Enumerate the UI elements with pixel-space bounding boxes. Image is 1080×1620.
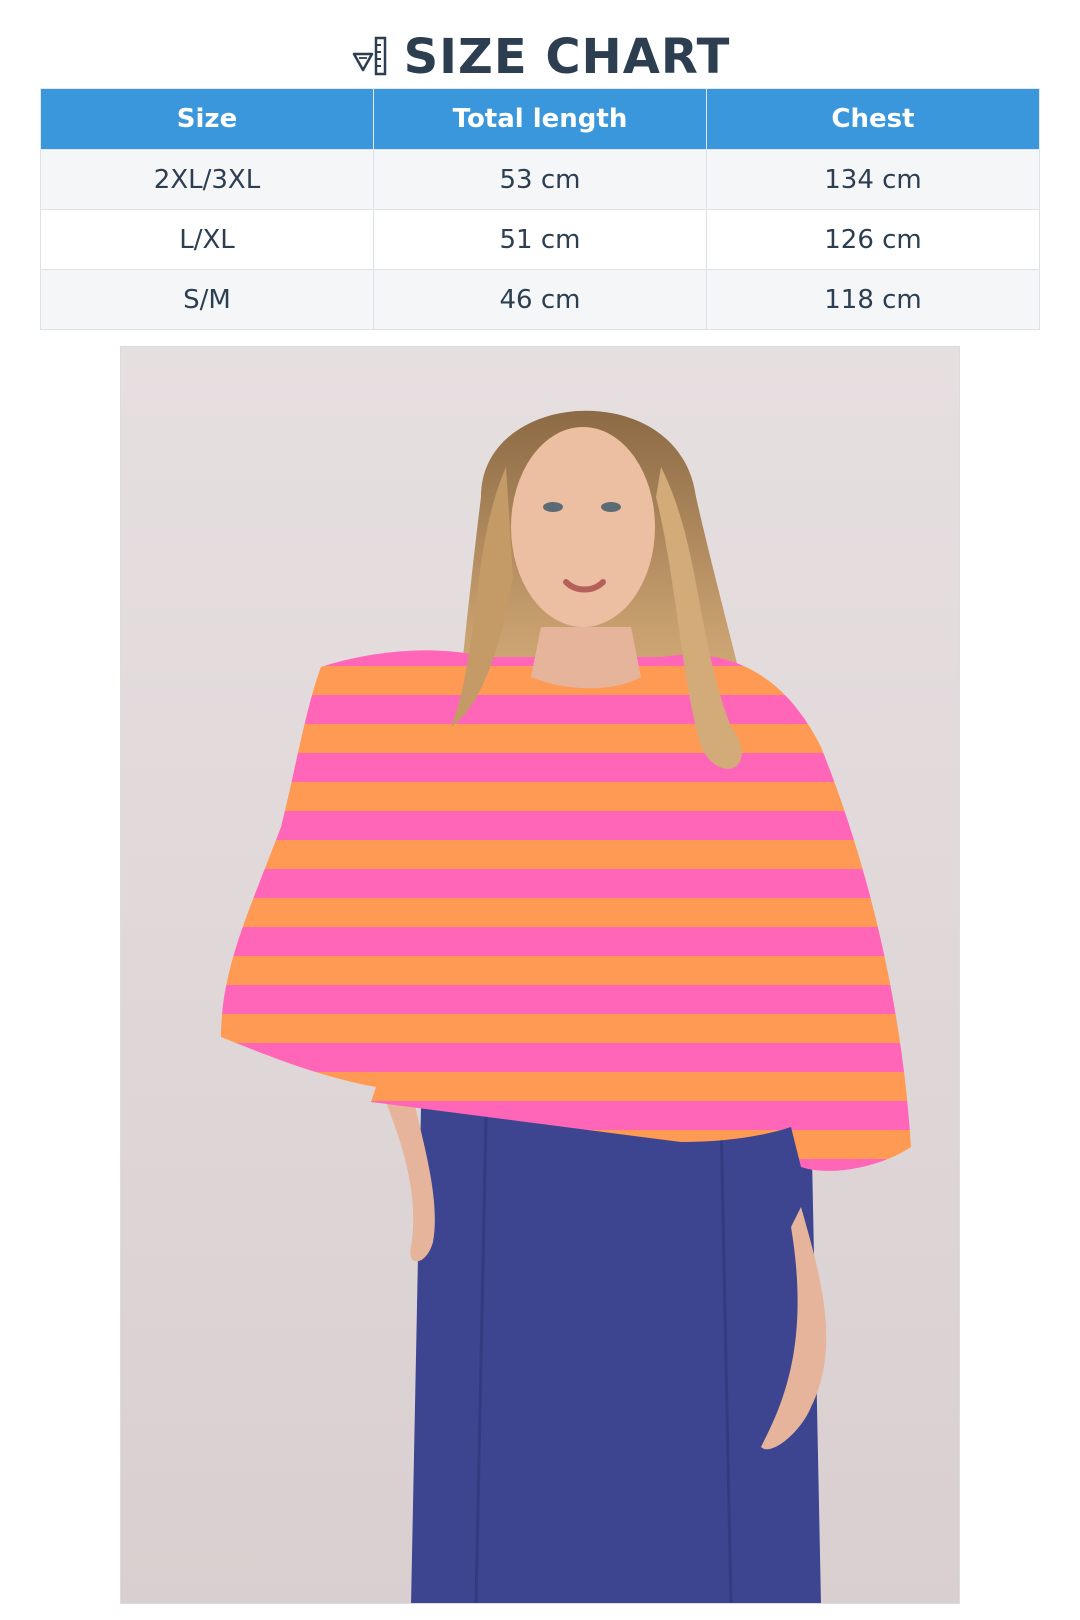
model-illustration xyxy=(121,347,959,1603)
ruler-pencil-icon xyxy=(350,36,390,78)
table-row: 2XL/3XL 53 cm 134 cm xyxy=(40,149,1040,210)
table-row: S/M 46 cm 118 cm xyxy=(40,269,1040,330)
cell-size: S/M xyxy=(40,269,374,330)
column-header-chest: Chest xyxy=(706,88,1040,150)
column-header-total-length: Total length xyxy=(373,88,707,150)
size-chart-table: Size Total length Chest 2XL/3XL 53 cm 13… xyxy=(40,88,1040,330)
cell-size: 2XL/3XL xyxy=(40,149,374,210)
page-title: SIZE CHART xyxy=(403,29,731,85)
cell-total-length: 53 cm xyxy=(373,149,707,210)
table-row: L/XL 51 cm 126 cm xyxy=(40,209,1040,270)
product-photo xyxy=(120,346,960,1604)
cell-size: L/XL xyxy=(40,209,374,270)
cell-total-length: 51 cm xyxy=(373,209,707,270)
column-header-size: Size xyxy=(40,88,374,150)
cell-total-length: 46 cm xyxy=(373,269,707,330)
table-header-row: Size Total length Chest xyxy=(40,88,1040,150)
cell-chest: 118 cm xyxy=(706,269,1040,330)
cell-chest: 126 cm xyxy=(706,209,1040,270)
cell-chest: 134 cm xyxy=(706,149,1040,210)
size-chart-title: SIZE CHART xyxy=(0,22,1080,92)
